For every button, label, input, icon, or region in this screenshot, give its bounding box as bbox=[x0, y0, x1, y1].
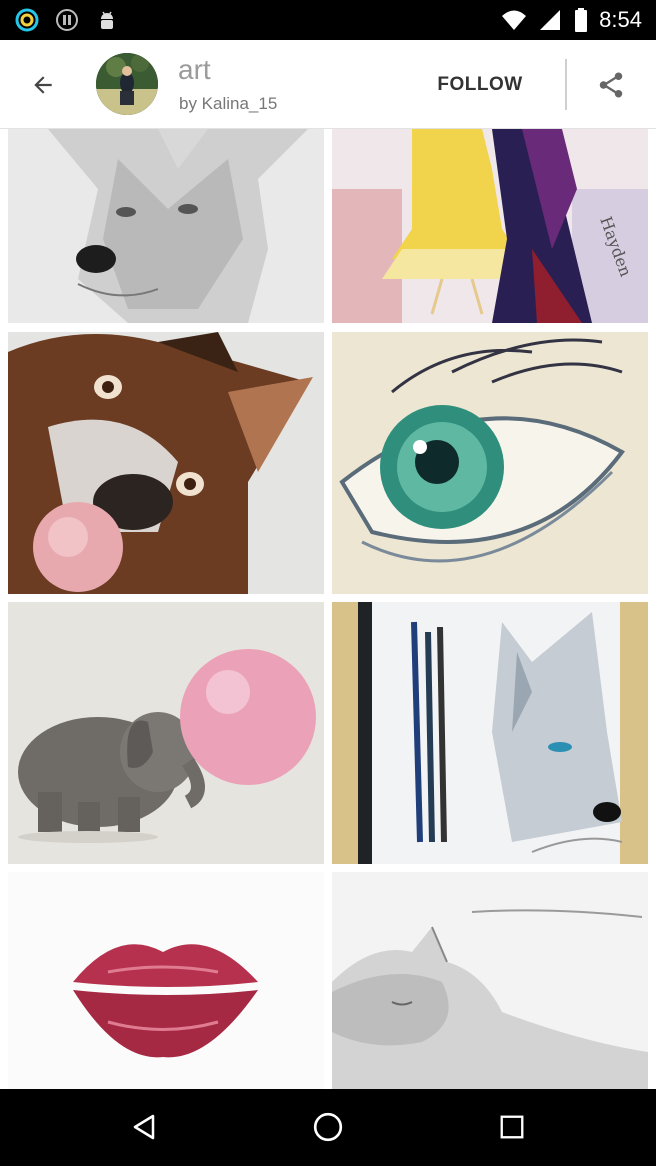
nav-back-button[interactable] bbox=[114, 1101, 174, 1153]
share-icon bbox=[599, 72, 623, 98]
arrow-back-icon bbox=[34, 76, 52, 94]
back-button[interactable] bbox=[20, 62, 66, 108]
pin-wolf-sketch[interactable] bbox=[8, 129, 324, 323]
pin-grid: Hayden bbox=[0, 129, 656, 1089]
nav-back-icon bbox=[133, 1114, 155, 1140]
pin-sleeping-cat[interactable] bbox=[332, 872, 648, 1089]
pin-red-lips[interactable] bbox=[8, 872, 324, 1089]
board-author[interactable]: by Kalina_15 bbox=[179, 94, 277, 114]
board-header: art by Kalina_15 FOLLOW bbox=[0, 40, 656, 129]
pin-green-eye[interactable] bbox=[332, 332, 648, 594]
pin-elephant-bubblegum[interactable] bbox=[8, 602, 324, 864]
system-nav-bar bbox=[0, 1089, 656, 1166]
nav-recents-button[interactable] bbox=[482, 1101, 542, 1153]
status-clock: 8:54 bbox=[599, 7, 642, 32]
status-bar: 8:54 bbox=[0, 0, 656, 40]
info-circle-icon bbox=[54, 7, 80, 33]
header-divider bbox=[565, 59, 567, 110]
ring-app-icon bbox=[14, 7, 40, 33]
nav-home-icon bbox=[313, 1112, 343, 1142]
android-icon bbox=[94, 7, 120, 33]
pin-wolf-with-pencils[interactable] bbox=[332, 602, 648, 864]
share-button[interactable] bbox=[588, 62, 634, 108]
avatar[interactable] bbox=[96, 53, 158, 115]
nav-recents-icon bbox=[500, 1115, 524, 1139]
pin-fashion-illustration[interactable]: Hayden bbox=[332, 129, 648, 323]
follow-button[interactable]: FOLLOW bbox=[422, 64, 538, 106]
board-title: art bbox=[178, 54, 211, 85]
cellular-signal-icon bbox=[537, 7, 563, 33]
wifi-icon bbox=[501, 7, 527, 33]
nav-home-button[interactable] bbox=[298, 1101, 358, 1153]
battery-icon bbox=[573, 7, 589, 33]
pin-boxer-dog[interactable] bbox=[8, 332, 324, 594]
